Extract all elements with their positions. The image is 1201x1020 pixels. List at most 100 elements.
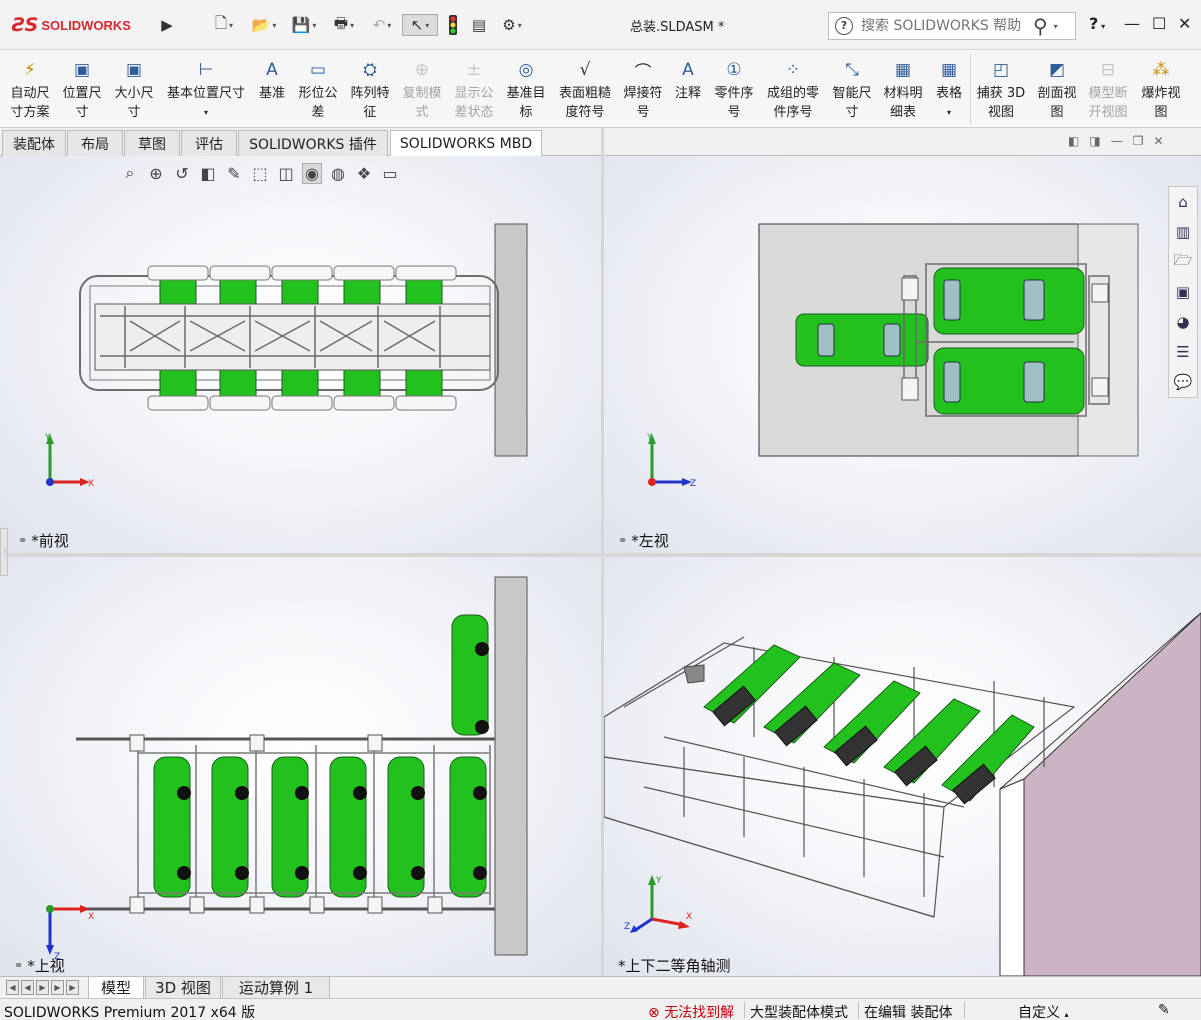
left-view-model	[758, 223, 1139, 457]
next-tab-icon[interactable]: ▶	[36, 980, 49, 995]
tab-motion-study-1[interactable]: 运动算例 1	[222, 977, 330, 999]
ribbon-button-geometric-tolerance[interactable]: ▭ 形位公差	[288, 56, 348, 122]
tab-layout[interactable]: 布局	[67, 130, 123, 156]
tab-assembly[interactable]: 装配体	[2, 130, 66, 156]
explode-view-icon: ⁂	[1152, 60, 1170, 80]
feature-manager-collapse-handle[interactable]: ⋮	[0, 528, 9, 576]
viewport-splitter-horizontal[interactable]	[0, 553, 1201, 557]
save-icon: 💾	[291, 16, 311, 34]
zoom-to-fit-icon[interactable]: ⌕	[120, 163, 140, 183]
product-version: SOLIDWORKS Premium 2017 x64 版	[4, 1005, 256, 1020]
ribbon-button-datum-target[interactable]: ◎ 基准目标	[496, 56, 556, 122]
solidworks-logo[interactable]: ƧS SOLIDWORKS	[12, 12, 131, 38]
ribbon-button-basic-location-dimension[interactable]: ⊢ 基本位置尺寸 ▾	[161, 56, 251, 122]
viewport-label-top[interactable]: ⚭ *上视	[14, 955, 65, 976]
tab-solidworks-mbd[interactable]: SOLIDWORKS MBD	[390, 130, 542, 157]
viewport-splitter-vertical[interactable]	[601, 128, 604, 976]
options-button[interactable]: ⚙ ▾	[494, 14, 530, 36]
home-icon[interactable]: ⌂	[1169, 187, 1197, 217]
unit-system-selector[interactable]: 自定义 ▴	[1018, 1002, 1068, 1020]
display-style-icon[interactable]: ◫	[276, 164, 296, 183]
tab-3d-views[interactable]: 3D 视图	[145, 977, 221, 999]
viewport-label-front[interactable]: ⚭ *前视	[18, 530, 69, 551]
viewport-front[interactable]: ⌕ ⊕ ↺ ◧ ✎ ⬚ ◫ ◉ ◍ ❖ ▭ Y X ⚭ *前视	[0, 156, 601, 553]
scroll-tab-icon[interactable]: ▶	[66, 980, 79, 995]
ribbon-dropdown-icon[interactable]: ▾	[204, 103, 208, 122]
restore-viewport-left-icon[interactable]: ◧	[1068, 134, 1079, 148]
save-button[interactable]: 💾 ▾	[286, 14, 322, 36]
custom-properties-icon[interactable]: ☰	[1169, 337, 1197, 367]
undo-button[interactable]: ↶ ▾	[364, 14, 400, 36]
restore-viewport-right-icon[interactable]: ◨	[1089, 134, 1100, 148]
first-tab-icon[interactable]: ◀	[6, 980, 19, 995]
previous-view-icon[interactable]: ↺	[172, 164, 192, 183]
viewport-label-left[interactable]: ⚭ *左视	[618, 530, 669, 551]
tab-evaluate[interactable]: 评估	[181, 130, 237, 156]
large-assembly-mode: 大型装配体模式	[750, 1005, 848, 1020]
editing-status: 在编辑 装配体	[864, 1005, 953, 1020]
ribbon-button-explode-view[interactable]: ⁂ 爆炸视图	[1131, 56, 1191, 122]
ribbon-button-location-dimension[interactable]: ▣ 位置尺寸	[52, 56, 112, 122]
ribbon-button-auto-dimension-scheme[interactable]: ⚡ 自动尺 寸方案	[0, 56, 60, 122]
dynamic-annotation-icon[interactable]: ✎	[224, 164, 244, 183]
ribbon-button-pattern-feature[interactable]: ⛭ 阵列特征	[340, 56, 400, 122]
viewport-label-isometric[interactable]: *上下二等角轴测	[618, 955, 731, 976]
viewport-left[interactable]: Y Z ⚭ *左视	[604, 156, 1201, 553]
file-explorer-icon[interactable]: 🗁	[1169, 247, 1197, 277]
ribbon-label: 表格	[935, 86, 962, 101]
viewport-minimize-icon[interactable]: —	[1111, 134, 1123, 148]
ribbon-button-balloon[interactable]: ① 零件序号	[704, 56, 764, 122]
rebuild-traffic-light-icon[interactable]	[444, 14, 462, 36]
apply-scene-icon[interactable]: ❖	[354, 164, 374, 183]
stacked-balloon-icon: ⁘	[785, 60, 801, 80]
view-settings-icon[interactable]: ▭	[380, 164, 400, 183]
viewport-isometric[interactable]: Y X Z *上下二等角轴测	[604, 557, 1201, 976]
viewport-top[interactable]: Z X ⚭ *上视	[0, 557, 601, 976]
hide-show-items-icon[interactable]: ◉	[302, 162, 322, 184]
ribbon-button-model-break-view[interactable]: ⊟ 模型断 开视图	[1078, 56, 1138, 122]
minimize-button[interactable]: —	[1124, 14, 1140, 33]
edit-appearance-icon[interactable]: ◍	[328, 164, 348, 183]
viewport-close-icon[interactable]: ✕	[1153, 134, 1163, 148]
zoom-to-area-icon[interactable]: ⊕	[146, 164, 166, 183]
customize-status-icon[interactable]: ✎	[1158, 1002, 1170, 1018]
new-document-button[interactable]: 🗋 ▾	[206, 14, 242, 36]
status-error[interactable]: ⊗ 无法找到解	[648, 1002, 734, 1020]
search-dropdown-icon[interactable]: ▾	[1054, 22, 1058, 31]
appearances-scenes-icon[interactable]: ◕	[1169, 307, 1197, 337]
print-button[interactable]: 🖶 ▾	[326, 14, 362, 36]
forum-icon[interactable]: 💬	[1169, 367, 1197, 397]
menu-expand-icon[interactable]: ▶	[160, 14, 174, 36]
help-search-input[interactable]	[861, 18, 1031, 34]
left-view-name: *左视	[631, 532, 669, 550]
last-tab-icon[interactable]: ▶	[51, 980, 64, 995]
viewport-restore-icon[interactable]: ❐	[1133, 134, 1144, 148]
ribbon-button-capture-3d-view[interactable]: ◰ 捕获 3D 视图	[971, 56, 1031, 122]
close-button[interactable]: ✕	[1178, 14, 1191, 33]
section-view-hud-icon[interactable]: ◧	[198, 164, 218, 183]
view-palette-icon[interactable]: ▣	[1169, 277, 1197, 307]
smart-dimension-icon: ⤡	[845, 60, 859, 80]
ribbon-button-stacked-balloon[interactable]: ⁘ 成组的零 件序号	[763, 56, 823, 122]
view-orientation-icon[interactable]: ⬚	[250, 164, 270, 183]
help-menu-button[interactable]: ? ▾	[1089, 14, 1105, 33]
ribbon-dropdown-icon[interactable]: ▾	[947, 103, 951, 122]
file-properties-icon[interactable]: ▤	[468, 14, 490, 36]
tab-sketch[interactable]: 草图	[124, 130, 180, 156]
ribbon-button-copy-scheme[interactable]: ⊕ 复制模式	[392, 56, 452, 122]
ribbon-button-size-dimension[interactable]: ▣ 大小尺寸	[104, 56, 164, 122]
tab-model[interactable]: 模型	[88, 977, 144, 999]
ribbon-button-show-tolerance-status[interactable]: ± 显示公 差状态	[444, 56, 504, 122]
tab-solidworks-addins[interactable]: SOLIDWORKS 插件	[238, 130, 388, 156]
help-search-box[interactable]: ? ⚲ ▾	[828, 12, 1076, 40]
size-dimension-icon: ▣	[125, 60, 143, 80]
coordinate-triad-isometric: Y X Z	[624, 875, 692, 933]
design-library-icon[interactable]: ▥	[1169, 217, 1197, 247]
prev-tab-icon[interactable]: ◀	[21, 980, 34, 995]
ribbon-button-surface-finish[interactable]: √ 表面粗糙 度符号	[555, 56, 615, 122]
open-document-button[interactable]: 📂 ▾	[246, 14, 282, 36]
select-button[interactable]: ↖ ▾	[402, 14, 438, 36]
maximize-button[interactable]: ☐	[1152, 14, 1166, 33]
search-icon[interactable]: ⚲	[1033, 14, 1048, 38]
ribbon-label: 复制模	[402, 86, 442, 101]
